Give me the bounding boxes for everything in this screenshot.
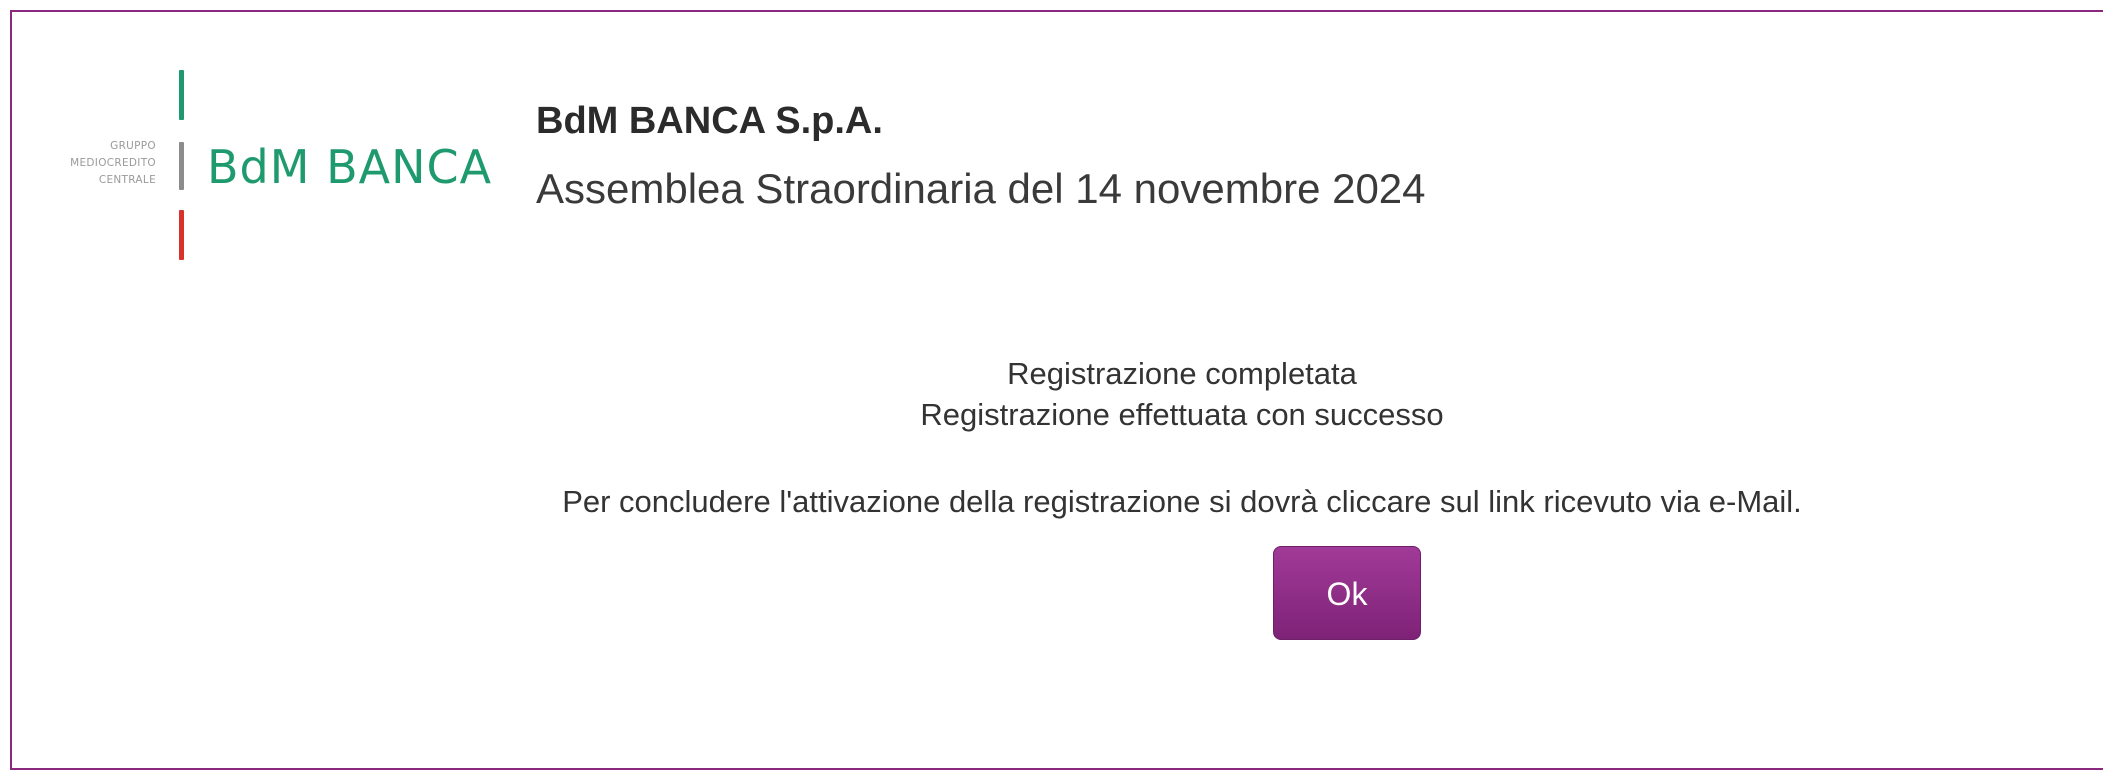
logo-red-bar <box>179 210 184 260</box>
logo-group-line-2: MEDIOCREDITO <box>70 157 156 169</box>
logo-brand-text: BdM BANCA <box>207 140 493 194</box>
logo-green-bar <box>179 70 184 120</box>
event-title: Assemblea Straordinaria del 14 novembre … <box>536 165 1426 212</box>
bdm-banca-logo: GRUPPO MEDIOCREDITO CENTRALE BdM BANCA <box>50 70 493 260</box>
activation-instruction: Per concludere l'attivazione della regis… <box>562 484 1802 519</box>
logo-group-label: GRUPPO MEDIOCREDITO CENTRALE <box>50 138 156 189</box>
ok-button[interactable]: Ok <box>1273 546 1421 640</box>
page-frame: GRUPPO MEDIOCREDITO CENTRALE BdM BANCA B… <box>10 10 2103 770</box>
company-name: BdM BANCA S.p.A. <box>536 100 883 142</box>
status-title: Registrazione completata <box>1007 356 1357 391</box>
logo-group-line-3: CENTRALE <box>98 174 156 186</box>
logo-grey-bar <box>179 142 184 190</box>
logo-group-line-1: GRUPPO <box>110 140 156 152</box>
status-subtitle: Registrazione effettuata con successo <box>920 397 1444 432</box>
